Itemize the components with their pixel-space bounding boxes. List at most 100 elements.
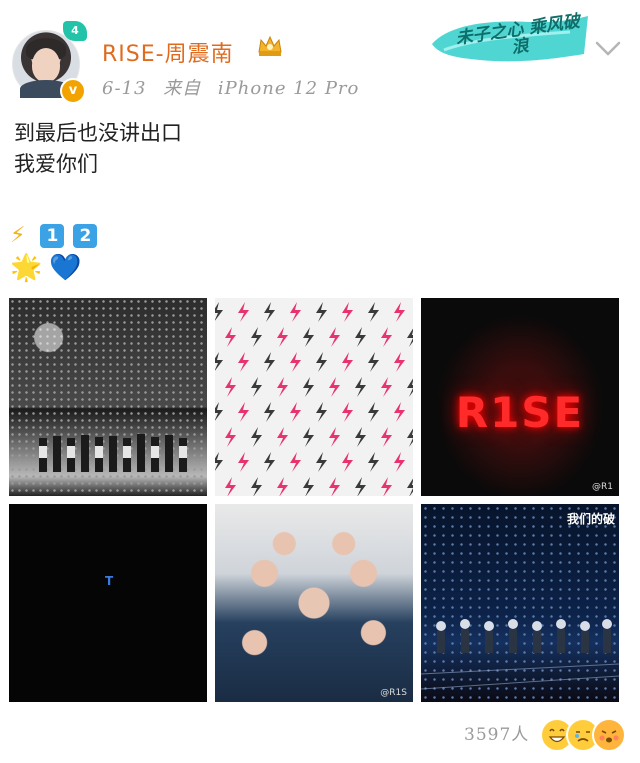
lightning-bolt-icon: [355, 377, 366, 397]
lightning-bolt-icon: [264, 352, 275, 372]
post-text: 到最后也没讲出口 我爱你们: [14, 118, 182, 180]
lightning-bolt-icon: [225, 427, 236, 447]
lightning-bolt-icon: [303, 427, 314, 447]
lightning-bolt-icon: [342, 452, 353, 472]
lightning-bolt-icon: [394, 352, 405, 372]
lightning-bolt-icon: [381, 477, 392, 496]
lightning-bolt-icon: [264, 452, 275, 472]
image-grid: R1SE @R1 T @R1S 我们的破: [9, 298, 621, 702]
lightning-bolt-icon: [355, 427, 366, 447]
lightning-bolt-icon: [407, 428, 413, 447]
lightning-bolt-icon: [394, 402, 405, 422]
image-group-selfie[interactable]: @R1S: [215, 504, 413, 702]
image-dark-screen[interactable]: T: [9, 504, 207, 702]
topic-banner[interactable]: 未子之心 乘风破浪: [430, 11, 590, 66]
lightning-bolt-icon: [277, 377, 288, 397]
username[interactable]: RISE-周震南: [102, 36, 234, 68]
lightning-bolt-icon: [407, 328, 413, 347]
lightning-bolt-icon: [290, 402, 301, 422]
lightning-bolt-icon: [316, 402, 327, 422]
emoji-row-1: ⚡ 1 2: [10, 222, 99, 250]
dark-screen-mark: T: [105, 574, 114, 588]
post-text-line: 我爱你们: [14, 152, 98, 176]
lightning-bolt-icon: [215, 402, 223, 421]
lightning-bolt-icon: [251, 477, 262, 496]
blush-icon: [592, 718, 626, 752]
emoji-row-2: 🌟 💙: [10, 254, 82, 282]
lightning-bolt-icon: [277, 327, 288, 347]
lightning-bolt-icon: [342, 402, 353, 422]
lightning-bolt-icon: [368, 402, 379, 422]
lightning-bolt-icon: [225, 377, 236, 397]
image-lightning-pattern[interactable]: [215, 298, 413, 496]
lightning-bolt-icon: [316, 352, 327, 372]
lightning-bolt-icon: [225, 477, 236, 496]
stage-caption: 我们的破: [566, 512, 615, 526]
post-source-prefix: 来自: [163, 78, 202, 99]
lightning-bolt-icon: [290, 302, 301, 322]
lightning-icon: ⚡: [10, 223, 26, 248]
lightning-bolt-icon: [238, 352, 249, 372]
avatar-face: [32, 48, 60, 82]
lightning-bolt-icon: [251, 377, 262, 397]
avatar[interactable]: 4 v: [12, 21, 87, 104]
lightning-bolt-icon: [316, 452, 327, 472]
lightning-bolt-icon: [394, 302, 405, 322]
lightning-bolt-icon: [264, 402, 275, 422]
lightning-bolt-icon: [251, 327, 262, 347]
lightning-bolt-icon: [329, 477, 340, 496]
lightning-bolt-icon: [381, 327, 392, 347]
lightning-bolt-icon: [277, 477, 288, 496]
keycap-two-icon: 2: [73, 224, 98, 248]
lightning-bolt-icon: [238, 452, 249, 472]
lightning-bolt-icon: [329, 327, 340, 347]
crown-icon: [258, 35, 282, 56]
lightning-bolt-icon: [329, 377, 340, 397]
lightning-bolt-icon: [238, 402, 249, 422]
lightning-bolt-icon: [394, 452, 405, 472]
lightning-bolt-icon: [407, 478, 413, 496]
post-text-line: 到最后也没讲出口: [14, 121, 182, 145]
reaction-icons[interactable]: [540, 718, 626, 752]
lightning-bolt-icon: [238, 302, 249, 322]
chevron-down-icon[interactable]: [594, 38, 622, 60]
lightning-bolt-icon: [303, 477, 314, 496]
lightning-bolt-icon: [355, 477, 366, 496]
lightning-bolt-icon: [215, 302, 223, 321]
image-stage-performance[interactable]: 我们的破: [421, 504, 619, 702]
lightning-bolt-icon: [303, 377, 314, 397]
lightning-bolt-icon: [368, 302, 379, 322]
star-icon: 🌟: [10, 253, 43, 283]
image-watermark: @R1: [592, 482, 613, 492]
rise-logo-text: R1SE: [455, 388, 585, 437]
lightning-bolt-icon: [251, 427, 262, 447]
lightning-bolt-icon: [342, 302, 353, 322]
image-concert-stage[interactable]: [9, 298, 207, 496]
post-date: 6-13: [102, 78, 147, 99]
lightning-bolt-icon: [225, 327, 236, 347]
blue-heart-icon: 💙: [49, 253, 82, 283]
post-meta: 6-13 来自 iPhone 12 Pro: [102, 74, 369, 100]
likes-count[interactable]: 3597人: [464, 720, 529, 745]
lightning-bolt-icon: [290, 352, 301, 372]
lightning-pattern-icon: [215, 302, 413, 496]
lightning-bolt-icon: [277, 427, 288, 447]
lightning-bolt-icon: [303, 327, 314, 347]
lightning-bolt-icon: [290, 452, 301, 472]
lightning-bolt-icon: [342, 352, 353, 372]
image-watermark: @R1S: [380, 688, 407, 698]
lightning-bolt-icon: [407, 378, 413, 397]
lightning-bolt-icon: [316, 302, 327, 322]
lightning-bolt-icon: [264, 302, 275, 322]
lightning-bolt-icon: [368, 352, 379, 372]
lightning-bolt-icon: [381, 377, 392, 397]
concert-figures: [39, 434, 187, 472]
lightning-bolt-icon: [215, 452, 223, 471]
lightning-bolt-icon: [381, 427, 392, 447]
image-rise-neon[interactable]: R1SE @R1: [421, 298, 619, 496]
lightning-bolt-icon: [355, 327, 366, 347]
post-device[interactable]: iPhone 12 Pro: [218, 78, 359, 99]
lightning-bolt-icon: [215, 352, 223, 371]
verified-badge: v: [60, 78, 86, 104]
weibo-post: 4 v RISE-周震南 6-13 来自 iPhone 12 Pro 未子之心 …: [0, 0, 640, 763]
